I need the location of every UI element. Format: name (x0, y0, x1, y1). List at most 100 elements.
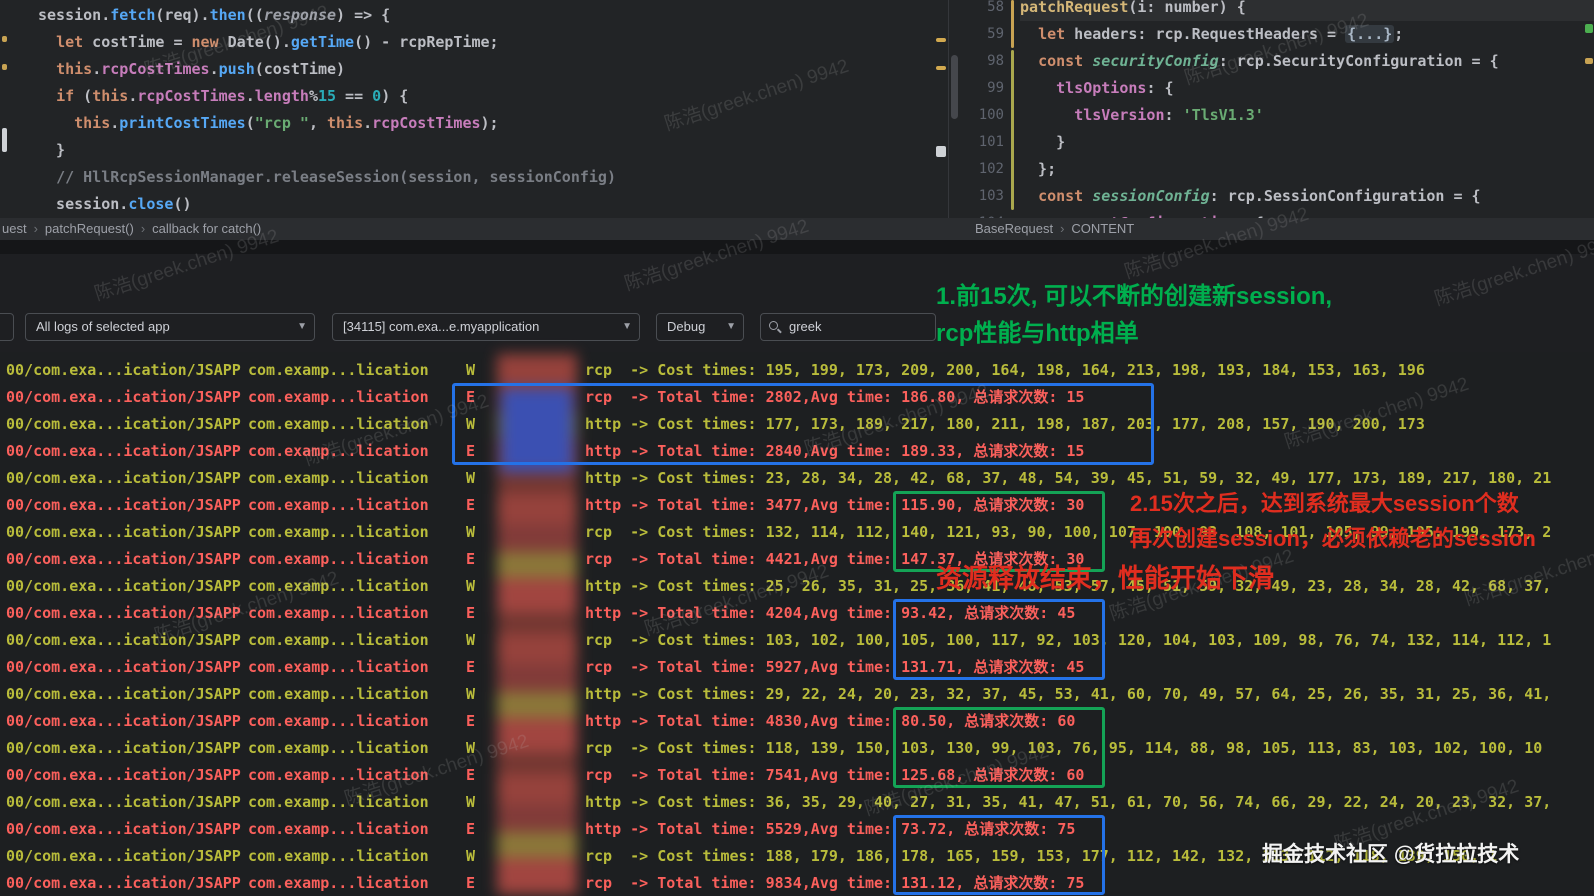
process-dropdown[interactable]: [34115] com.exa...e.myapplication ▼ (332, 313, 640, 341)
code-line[interactable]: requestConfiguration: { (1020, 210, 1594, 218)
log-package: com.examp...lication (248, 847, 429, 865)
code-token: , (308, 114, 327, 132)
log-row[interactable]: 00/com.exa...ication/JSAPP com.examp...li… (0, 735, 1594, 762)
breadcrumb-separator: › (1060, 221, 1065, 236)
code-token: close (128, 195, 174, 213)
editor-pane-left[interactable]: session.fetch(req).then((response) => { … (38, 2, 938, 218)
change-bar (1011, 50, 1014, 210)
log-level-badge: W (466, 793, 476, 811)
code-line[interactable]: }; (1020, 156, 1594, 183)
change-bar (1011, 0, 1014, 48)
log-tag: 00/com.exa...ication/JSAPP (6, 766, 241, 784)
log-package: com.examp...lication (248, 415, 429, 433)
breadcrumb-item[interactable]: CONTENT (1071, 221, 1134, 236)
log-message: http -> Cost times: 29, 22, 24, 20, 23, … (585, 685, 1552, 703)
error-stripe-mark (1585, 58, 1593, 64)
code-line[interactable]: if (this.rcpCostTimes.length%15 == 0) { (38, 83, 938, 110)
code-line[interactable]: tlsOptions: { (1020, 75, 1594, 102)
log-tag: 00/com.exa...ication/JSAPP (6, 469, 241, 487)
code-line[interactable]: // HllRcpSessionManager.releaseSession(s… (38, 164, 938, 191)
highlight-box-batch4 (893, 707, 1105, 788)
log-row[interactable]: 00/com.exa...ication/JSAPP com.examp...li… (0, 681, 1594, 708)
code-line[interactable]: tlsVersion: 'TlsV1.3' (1020, 102, 1594, 129)
code-line[interactable]: const sessionConfig: rcp.SessionConfigur… (1020, 183, 1594, 210)
log-row[interactable]: 00/com.exa...ication/JSAPP com.examp...li… (0, 627, 1594, 654)
editor-split-divider[interactable] (948, 0, 949, 218)
log-level-badge: W (466, 685, 476, 703)
code-token: (( (245, 6, 264, 24)
log-row[interactable]: 00/com.exa...ication/JSAPP com.examp...li… (0, 357, 1594, 384)
log-tag: 00/com.exa...ication/JSAPP (6, 550, 241, 568)
log-row[interactable]: 00/com.exa...ication/JSAPP com.examp...li… (0, 654, 1594, 681)
annotation-red-1: 2.15次之后，达到系统最大session个数 (1130, 491, 1519, 516)
log-search-input[interactable]: greek (760, 313, 936, 341)
log-package: com.examp...lication (248, 442, 429, 460)
log-package: com.examp...lication (248, 739, 429, 757)
code-token: 'TlsV1.3' (1182, 106, 1264, 124)
log-level-badge: W (466, 631, 476, 649)
annotation-red-2: 再次创建session，必须依赖老的session (1130, 526, 1536, 551)
chevron-down-icon: ▼ (297, 321, 307, 332)
code-token: } (1020, 133, 1066, 151)
log-package: com.examp...lication (248, 550, 429, 568)
code-token: "rcp " (254, 114, 309, 132)
editor-pane-right[interactable]: patchRequest(i: number) { let headers: r… (1020, 0, 1594, 218)
log-level-badge: E (466, 550, 476, 568)
code-token: push (218, 60, 255, 78)
change-marker (936, 38, 946, 42)
breadcrumb-item[interactable]: uest (2, 221, 27, 236)
code-token: length (254, 87, 309, 105)
code-token: this (92, 87, 129, 105)
panel-divider-band (0, 240, 1594, 254)
code-line[interactable]: let costTime = new Date().getTime() - rc… (38, 29, 938, 56)
log-row[interactable]: 00/com.exa...ication/JSAPP com.examp...li… (0, 870, 1594, 896)
breadcrumb-item[interactable]: patchRequest() (45, 221, 134, 236)
code-token: session. (38, 195, 129, 213)
cut-toolbar-control[interactable] (0, 313, 14, 341)
log-level-dropdown[interactable]: Debug ▼ (656, 313, 744, 341)
chevron-down-icon: ▼ (726, 321, 736, 332)
log-filter-dropdown[interactable]: All logs of selected app ▼ (25, 313, 315, 341)
code-line[interactable]: this.printCostTimes("rcp ", this.rcpCost… (38, 110, 938, 137)
code-line[interactable]: } (38, 137, 938, 164)
code-token: costTime = (83, 33, 192, 51)
log-tag: 00/com.exa...ication/JSAPP (6, 820, 241, 838)
code-token: then (209, 6, 246, 24)
code-line[interactable]: this.rcpCostTimes.push(costTime) (38, 56, 938, 83)
code-line[interactable]: let headers: rcp.RequestHeaders = {...}; (1020, 21, 1594, 48)
code-line[interactable]: session.fetch(req).then((response) => { (38, 2, 938, 29)
change-marker (2, 36, 7, 42)
code-token: : rcp.SessionConfiguration = { (1209, 187, 1481, 205)
code-line[interactable]: const securityConfig: rcp.SecurityConfig… (1020, 48, 1594, 75)
code-line[interactable]: session.close() (38, 191, 938, 218)
log-row[interactable]: 00/com.exa...ication/JSAPP com.examp...li… (0, 600, 1594, 627)
scrollbar-thumb[interactable] (2, 128, 7, 152)
highlight-box-batch1 (452, 383, 1154, 465)
code-line[interactable]: } (1020, 129, 1594, 156)
code-token: printCostTimes (119, 114, 246, 132)
log-row[interactable]: 00/com.exa...ication/JSAPP com.examp...li… (0, 573, 1594, 600)
code-token: ) => { (336, 6, 391, 24)
breadcrumb-item[interactable]: callback for catch() (152, 221, 261, 236)
footer-credit: 掘金技术社区 @货拉拉技术 (1262, 843, 1520, 866)
code-token: getTime (290, 33, 355, 51)
code-token: tlsVersion (1074, 106, 1165, 124)
log-message: http -> Cost times: 36, 35, 29, 40, 27, … (585, 793, 1552, 811)
log-row[interactable]: 00/com.exa...ication/JSAPP com.examp...li… (0, 762, 1594, 789)
breadcrumb-item[interactable]: BaseRequest (975, 221, 1053, 236)
log-row[interactable]: 00/com.exa...ication/JSAPP com.examp...li… (0, 789, 1594, 816)
code-editor[interactable]: session.fetch(req).then((response) => { … (0, 0, 1594, 218)
code-token: this (74, 114, 111, 132)
line-number: 100 (978, 107, 1004, 123)
annotation-red-3: 资源释放结束，性能开始下滑 (936, 563, 1275, 593)
breadcrumb-separator: › (33, 221, 38, 236)
code-line[interactable]: patchRequest(i: number) { (1020, 0, 1594, 21)
line-number: 99 (987, 80, 1004, 96)
log-tag: 00/com.exa...ication/JSAPP (6, 658, 241, 676)
log-row[interactable]: 00/com.exa...ication/JSAPP com.examp...li… (0, 708, 1594, 735)
code-token: . (363, 114, 373, 132)
